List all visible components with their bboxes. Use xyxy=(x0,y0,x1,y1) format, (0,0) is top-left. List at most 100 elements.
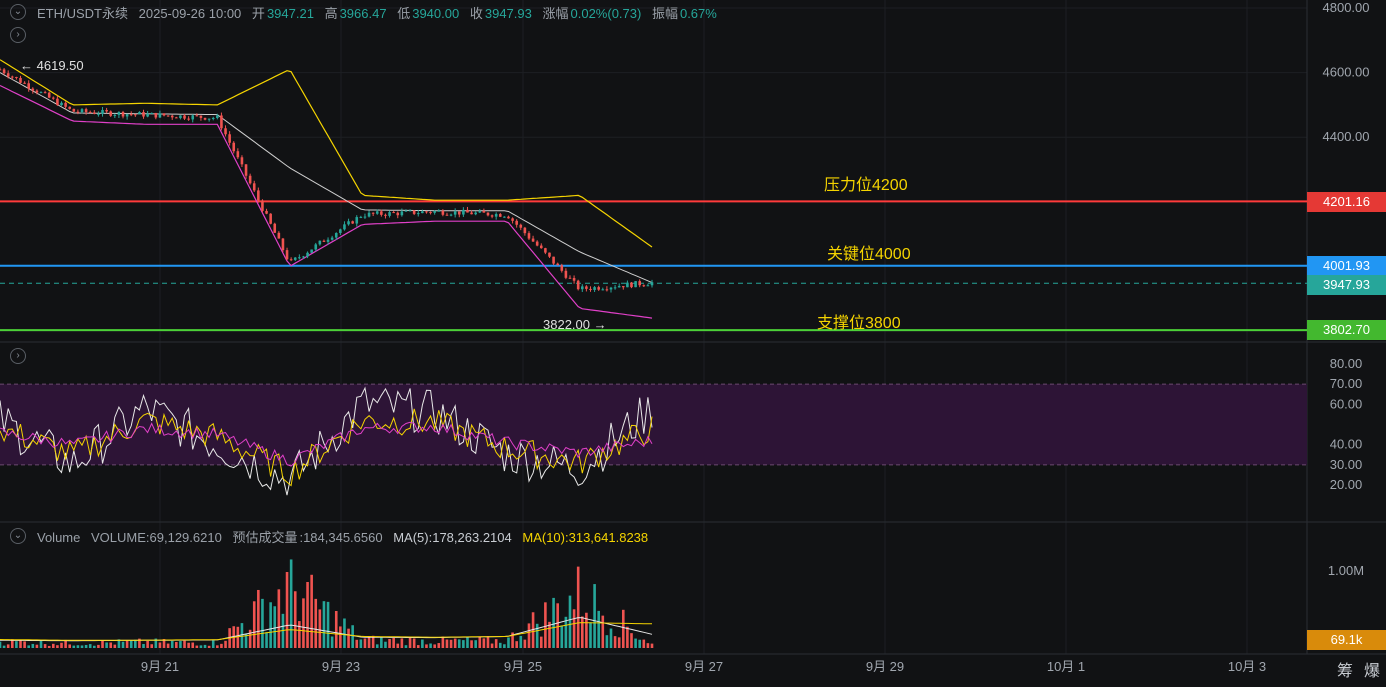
volume-bar-113 xyxy=(462,640,465,648)
volume-bar-47 xyxy=(191,642,195,648)
volume-bar-70 xyxy=(285,571,289,648)
collapse-main-icon[interactable]: ⌄ xyxy=(10,4,26,20)
volume-bar-137 xyxy=(560,625,564,648)
chart-canvas[interactable]: 4800.00 4600.00 4400.00 80.00 70.00 60.00 40.0… xyxy=(0,0,1386,687)
high-label: 高 xyxy=(324,6,338,21)
candle-body-98 xyxy=(400,211,404,216)
volume-bar-42 xyxy=(170,640,174,648)
candle-body-42 xyxy=(170,115,174,118)
ma5-value: MA(5):178,263.2104 xyxy=(393,530,512,545)
candle-body-130 xyxy=(531,238,535,242)
time-tick-0: 9月 21 xyxy=(141,659,179,674)
candle-body-39 xyxy=(158,113,162,118)
candle-body-58 xyxy=(236,151,240,158)
candle-body-134 xyxy=(548,252,551,257)
candle-body-18 xyxy=(72,108,76,112)
volume-bar-15 xyxy=(60,642,63,648)
volume-tick-0: 1.00M xyxy=(1328,563,1364,578)
candle-body-152 xyxy=(621,286,625,288)
candle-body-155 xyxy=(634,281,637,288)
volume-bar-127 xyxy=(519,635,523,648)
candle-body-70 xyxy=(285,250,289,260)
candle-body-119 xyxy=(486,212,490,216)
candle-body-153 xyxy=(626,282,629,288)
volume-collapse-icon[interactable]: ⌄ xyxy=(10,528,26,544)
volume-header: Volume VOLUME:69,129.6210 预估成交量:184,345.… xyxy=(37,527,650,546)
close-value: 3947.93 xyxy=(484,6,532,21)
candle-body-56 xyxy=(228,134,231,143)
volume-bar-141 xyxy=(576,566,580,648)
candle-body-112 xyxy=(457,211,461,215)
candle-body-111 xyxy=(453,211,457,215)
symbol-label[interactable]: ETH/USDT永续 xyxy=(37,6,128,21)
volume-bar-18 xyxy=(72,645,76,648)
candle-body-141 xyxy=(576,280,580,290)
candle-body-159 xyxy=(650,282,654,286)
volume-bar-123 xyxy=(503,644,506,648)
bb-upper-line xyxy=(0,59,653,248)
volume-bar-106 xyxy=(433,644,436,648)
candle-body-114 xyxy=(466,209,469,213)
volume-bar-24 xyxy=(97,644,100,648)
rsi-tick-5: 20.00 xyxy=(1330,477,1363,492)
volume-bar-116 xyxy=(474,640,477,648)
volume-bar-131 xyxy=(535,623,539,648)
candle-body-5 xyxy=(19,77,22,83)
candle-body-12 xyxy=(47,92,51,98)
volume-bar-4 xyxy=(15,641,18,648)
candle-body-125 xyxy=(511,218,514,221)
resistance-annotation: 压力位4200 xyxy=(824,177,908,194)
volume-bar-142 xyxy=(580,616,584,648)
candle-body-140 xyxy=(572,278,576,281)
volume-bar-133 xyxy=(544,602,547,648)
volume-bar-114 xyxy=(466,636,469,648)
volume-bar-110 xyxy=(449,639,453,648)
candle-body-118 xyxy=(482,210,486,213)
candle-body-13 xyxy=(52,97,55,99)
volume-bar-0 xyxy=(0,641,2,648)
price-tick-0: 4800.00 xyxy=(1323,0,1370,15)
volume-bar-112 xyxy=(457,639,461,648)
volume-bar-109 xyxy=(445,639,449,648)
time-axis[interactable]: 9月 21 9月 23 9月 25 9月 27 9月 29 10月 1 10月 3 xyxy=(141,659,1266,674)
volume-bar-77 xyxy=(314,598,318,648)
volume-bar-7 xyxy=(27,645,31,648)
estimated-label: 预估成交量 xyxy=(232,530,298,545)
candle-body-137 xyxy=(560,265,564,271)
open-value: 3947.21 xyxy=(266,6,314,21)
rsi-tick-4: 30.00 xyxy=(1330,457,1363,472)
volume-bar-139 xyxy=(568,595,572,648)
volume-bar-156 xyxy=(638,639,641,648)
volume-title[interactable]: Volume xyxy=(37,530,80,545)
candle-body-1 xyxy=(2,69,6,74)
rsi-expand-icon[interactable]: › xyxy=(10,348,26,364)
candle-body-90 xyxy=(367,212,371,217)
bollinger-bands xyxy=(0,59,653,319)
volume-bar-81 xyxy=(330,636,334,648)
candle-body-77 xyxy=(314,244,318,250)
candle-body-2 xyxy=(6,73,10,77)
candle-body-116 xyxy=(474,212,477,215)
candle-body-26 xyxy=(105,109,108,112)
candle-body-128 xyxy=(523,227,527,234)
liquidation-button[interactable]: 爆 xyxy=(1364,657,1380,681)
volume-bar-143 xyxy=(585,612,588,648)
candle-body-120 xyxy=(490,215,494,217)
ohlc-header: ETH/USDT永续 2025-09-26 10:00 开 3947.21 高 39… xyxy=(37,3,719,22)
candle-body-106 xyxy=(433,211,436,213)
rsi-tick-2: 60.00 xyxy=(1330,396,1363,411)
candle-body-89 xyxy=(363,216,367,218)
volume-bar-19 xyxy=(76,645,80,648)
candle-body-50 xyxy=(203,117,207,120)
volume-bar-150 xyxy=(613,636,617,648)
candle-body-47 xyxy=(191,115,195,120)
volume-bar-80 xyxy=(326,601,330,648)
chips-button[interactable]: 筹 xyxy=(1337,657,1353,681)
volume-bar-54 xyxy=(220,643,223,648)
candle-body-92 xyxy=(375,211,379,214)
time-tick-5: 10月 1 xyxy=(1047,659,1085,674)
volume-bar-135 xyxy=(552,597,555,648)
price-tick-2: 4400.00 xyxy=(1323,129,1370,144)
volume-bar-107 xyxy=(437,643,441,648)
expand-main-icon[interactable]: › xyxy=(10,27,26,43)
